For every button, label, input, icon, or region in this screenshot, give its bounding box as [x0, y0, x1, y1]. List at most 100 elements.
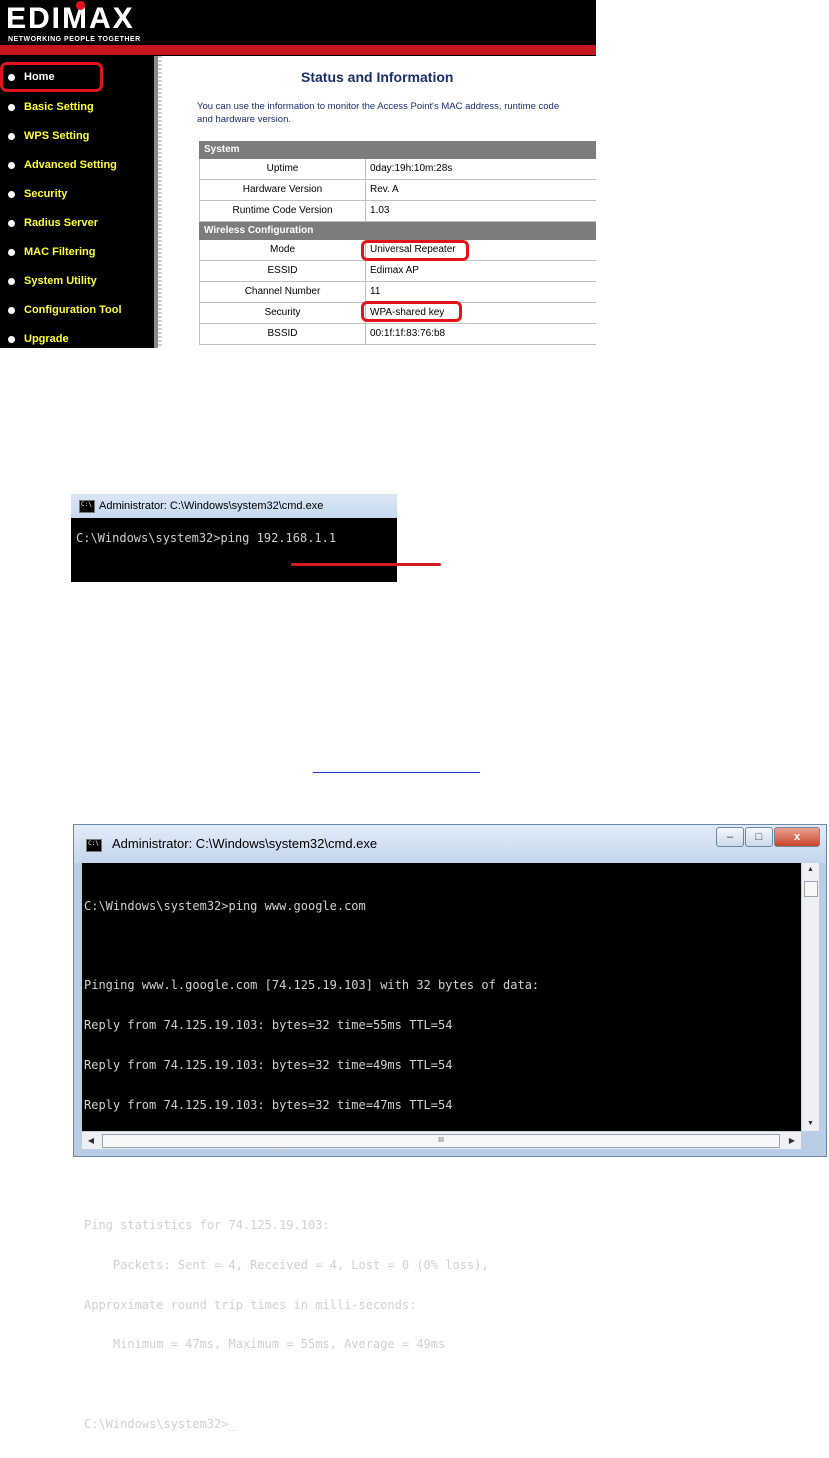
desc-line: and hardware version.: [197, 114, 291, 125]
row-key: Runtime Code Version: [200, 201, 366, 221]
close-button[interactable]: x: [774, 827, 820, 847]
console-line: Minimum = 47ms, Maximum = 55ms, Average …: [84, 1337, 446, 1352]
menu-item-system-utility[interactable]: System Utility: [8, 271, 97, 291]
menu-label: Radius Server: [24, 217, 98, 229]
row-key: Mode: [200, 240, 366, 260]
header-red-stripe: [0, 45, 596, 55]
console-line: ​: [84, 939, 539, 952]
menu-item-configuration-tool[interactable]: Configuration Tool: [8, 300, 122, 320]
row-value: 0day:19h:10m:28s: [370, 163, 453, 174]
menu-item-wps-setting[interactable]: WPS Setting: [8, 126, 89, 146]
scroll-down-arrow-icon[interactable]: ▼: [802, 1117, 819, 1131]
row-key: Security: [200, 303, 366, 323]
row-key: Uptime: [200, 159, 366, 179]
menu-label: Security: [24, 188, 68, 200]
horizontal-scrollbar[interactable]: ◀ III ▶: [82, 1131, 801, 1149]
router-sidebar: Home Basic Setting WPS Setting Advanced …: [0, 56, 154, 348]
table-row: Uptime 0day:19h:10m:28s: [199, 159, 596, 180]
menu-label: System Utility: [24, 275, 97, 287]
menu-item-security[interactable]: Security: [8, 184, 67, 204]
table-row: Hardware Version Rev. A: [199, 180, 596, 201]
table-row: Channel Number 11: [199, 282, 596, 303]
cmd-icon: [86, 839, 102, 852]
cmd-titlebar: Administrator: C:\Windows\system32\cmd.e…: [71, 494, 397, 518]
page-description: You can use the information to monitor t…: [197, 100, 596, 126]
cmd-window-large: Administrator: C:\Windows\system32\cmd.e…: [73, 824, 827, 1431]
console-line: C:\Windows\system32>ping 192.168.1.1: [76, 531, 337, 545]
row-value: Rev. A: [370, 184, 399, 195]
bullet-icon: [8, 306, 15, 314]
table-row: ESSID Edimax AP: [199, 261, 596, 282]
home-highlight-ring: [0, 62, 103, 92]
scroll-left-arrow-icon[interactable]: ◀: [84, 1132, 98, 1149]
console-line: C:\Windows\system32>_: [84, 1417, 236, 1432]
console-line: Ping statistics for 74.125.19.103:: [84, 1217, 330, 1232]
row-value: 00:1f:1f:83:76:b8: [370, 328, 446, 339]
scroll-right-arrow-icon[interactable]: ▶: [785, 1132, 799, 1149]
bullet-icon: [8, 161, 15, 169]
edimax-logo-text: EDIMAX: [6, 1, 135, 35]
scroll-up-arrow-icon[interactable]: ▲: [802, 863, 819, 877]
console-line: C:\Windows\system32>ping www.google.com: [84, 898, 366, 913]
menu-item-radius-server[interactable]: Radius Server: [8, 213, 98, 233]
router-admin-screenshot: EDIMAX NETWORKING PEOPLE TOGETHER EDIMAX…: [0, 0, 596, 348]
row-key: BSSID: [200, 324, 366, 344]
window-title: Administrator: C:\Windows\system32\cmd.e…: [99, 500, 324, 512]
table-row: Runtime Code Version 1.03: [199, 201, 596, 222]
cmd-titlebar: Administrator: C:\Windows\system32\cmd.e…: [74, 825, 826, 863]
section-header-wireless: Wireless Configuration: [199, 222, 596, 240]
page-title: Status and Information: [301, 69, 454, 85]
window-controls: – □ x: [715, 827, 820, 847]
menu-item-advanced-setting[interactable]: Advanced Setting: [8, 155, 117, 175]
content-edge: [158, 56, 162, 348]
bullet-icon: [8, 103, 15, 111]
menu-label: MAC Filtering: [24, 246, 96, 258]
menu-label: Advanced Setting: [24, 159, 117, 171]
menu-label: WPS Setting: [24, 130, 90, 142]
bullet-icon: [8, 335, 15, 343]
console-line: Reply from 74.125.19.103: bytes=32 time=…: [84, 1018, 453, 1033]
row-value: Edimax AP: [370, 265, 419, 276]
maximize-button[interactable]: □: [745, 827, 773, 847]
hyperlink-underline: [313, 772, 480, 773]
console-screen[interactable]: C:\Windows\system32>ping www.google.com …: [82, 863, 801, 1431]
menu-label: Upgrade: [24, 333, 69, 345]
bullet-icon: [8, 277, 15, 285]
console-line: Approximate round trip times in milli-se…: [84, 1297, 417, 1312]
console-line: Packets: Sent = 4, Received = 4, Lost = …: [84, 1257, 489, 1272]
security-highlight-ring: [361, 301, 462, 322]
row-value: 11: [370, 286, 381, 297]
bullet-icon: [8, 190, 15, 198]
horizontal-scroll-thumb[interactable]: III: [102, 1134, 780, 1148]
bullet-icon: [8, 132, 15, 140]
menu-item-upgrade[interactable]: Upgrade: [8, 329, 69, 348]
window-title: Administrator: C:\Windows\system32\cmd.e…: [112, 836, 378, 851]
row-key: ESSID: [200, 261, 366, 281]
row-value: 1.03: [370, 205, 390, 216]
row-key: Channel Number: [200, 282, 366, 302]
header-overlay: EDIMAX: [0, 0, 596, 45]
console-line: ​: [84, 1179, 539, 1192]
menu-item-mac-filtering[interactable]: MAC Filtering: [8, 242, 96, 262]
desc-line: You can use the information to monitor t…: [197, 101, 560, 112]
scroll-thumb[interactable]: [804, 881, 818, 897]
cmd-icon: [79, 500, 95, 513]
bullet-icon: [8, 219, 15, 227]
cmd-window-small: Administrator: C:\Windows\system32\cmd.e…: [71, 494, 441, 582]
menu-label: Basic Setting: [24, 101, 94, 113]
router-content: Status and Information You can use the i…: [154, 56, 596, 348]
section-header-system: System: [199, 141, 596, 159]
logo-red-dot-icon: [76, 1, 85, 10]
menu-label: Configuration Tool: [24, 304, 122, 316]
vertical-scrollbar[interactable]: ▲ ▼: [801, 863, 819, 1131]
console-line: Reply from 74.125.19.103: bytes=32 time=…: [84, 1098, 453, 1113]
row-key: Hardware Version: [200, 180, 366, 200]
console-output: C:\Windows\system32>ping www.google.com …: [84, 873, 539, 1458]
mode-highlight-ring: [361, 240, 469, 261]
console-line: Reply from 74.125.19.103: bytes=32 time=…: [84, 1058, 453, 1073]
menu-item-basic-setting[interactable]: Basic Setting: [8, 97, 94, 117]
table-row: BSSID 00:1f:1f:83:76:b8: [199, 324, 596, 345]
bullet-icon: [8, 248, 15, 256]
command-underline: [291, 563, 441, 566]
minimize-button[interactable]: –: [716, 827, 744, 847]
